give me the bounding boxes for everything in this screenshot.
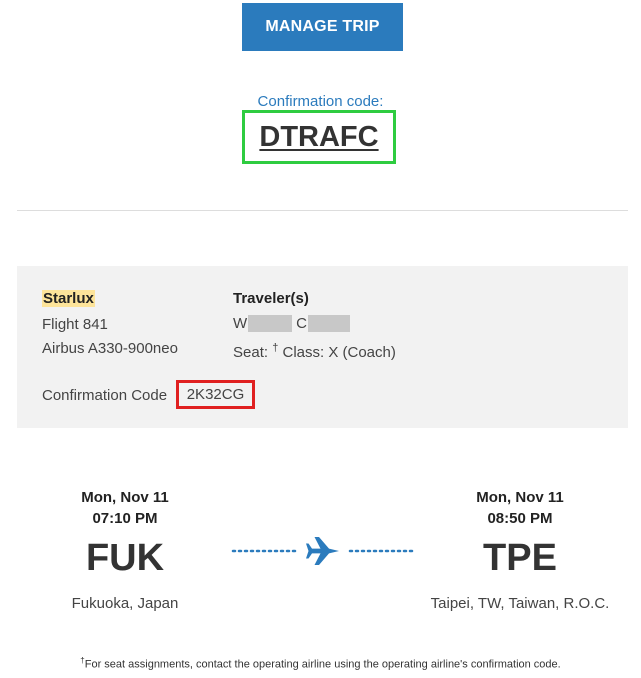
departure-city: Fukuoka, Japan <box>71 595 179 612</box>
flight-number: Flight 841 <box>42 316 108 333</box>
confirmation-highlight: DTRAFC <box>242 110 396 164</box>
seat-footnote: †For seat assignments, contact the opera… <box>0 656 641 671</box>
airline-name: Starlux <box>42 290 95 307</box>
confirmation-label: Confirmation code: <box>257 93 384 110</box>
redaction-bar <box>308 315 351 332</box>
travelers-heading: Traveler(s) <box>233 290 309 307</box>
airline-confirmation-label: Confirmation Code <box>42 387 168 404</box>
seat-class-info: Seat: † Class: X (Coach) <box>233 342 396 361</box>
departure-time: 07:10 PM <box>92 510 158 527</box>
footnote-text: For seat assignments, contact the operat… <box>84 658 561 671</box>
departure-airport-code: FUK <box>85 537 165 579</box>
divider <box>17 210 628 211</box>
redaction-bar <box>248 315 293 332</box>
class-text: Class: X (Coach) <box>282 344 396 361</box>
aircraft-type: Airbus A330-900neo <box>42 340 178 357</box>
route-graphic <box>231 537 415 565</box>
arrival-city: Taipei, TW, Taiwan, R.O.C. <box>430 595 610 612</box>
manage-trip-button[interactable]: MANAGE TRIP <box>242 3 403 51</box>
arrival-airport-code: TPE <box>483 537 557 579</box>
arrival-time: 08:50 PM <box>487 510 553 527</box>
departure-date: Mon, Nov 11 <box>81 489 169 506</box>
traveler-first-initial: W <box>233 315 248 332</box>
airline-confirmation-highlight: 2K32CG <box>176 380 255 409</box>
traveler-name: W C <box>233 315 351 332</box>
seat-label: Seat: <box>233 344 269 361</box>
seat-dagger: † <box>272 342 279 354</box>
airline-confirmation-code: 2K32CG <box>186 386 245 403</box>
airplane-icon <box>306 537 339 565</box>
traveler-last-initial: C <box>296 315 308 332</box>
trip-email: MANAGE TRIP Confirmation code: DTRAFC St… <box>0 0 641 678</box>
confirmation-code-link[interactable]: DTRAFC <box>259 121 378 154</box>
arrival-date: Mon, Nov 11 <box>476 489 564 506</box>
